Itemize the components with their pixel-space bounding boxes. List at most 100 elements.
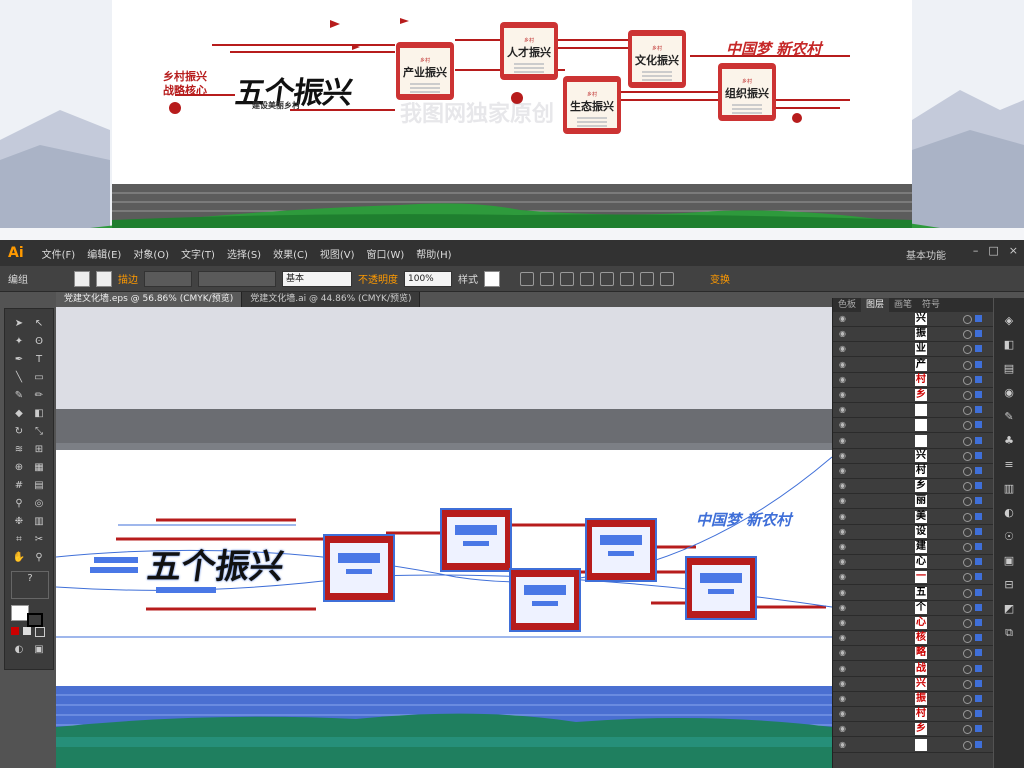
selection-indicator[interactable]	[975, 695, 982, 702]
target-circle-icon[interactable]	[963, 391, 972, 400]
selection-indicator[interactable]	[975, 558, 982, 566]
line-tool-icon[interactable]: ╲	[11, 371, 27, 385]
layer-row[interactable]: ◉ 乡	[833, 479, 993, 495]
gradient-mode-icon[interactable]	[23, 627, 31, 635]
target-circle-icon[interactable]	[963, 710, 972, 720]
layer-row[interactable]: ◉ 村	[833, 373, 993, 388]
brushes-icon[interactable]: ✎	[1002, 410, 1016, 424]
fill-swatch[interactable]	[74, 270, 90, 287]
menu-window[interactable]: 窗口(W)	[361, 246, 411, 261]
visibility-eye-icon[interactable]: ◉	[839, 709, 849, 718]
selection-indicator[interactable]	[975, 543, 982, 550]
appearance-icon[interactable]: ☉	[1002, 530, 1016, 544]
target-circle-icon[interactable]	[963, 558, 972, 568]
visibility-eye-icon[interactable]: ◉	[839, 314, 849, 323]
selection-indicator[interactable]	[975, 679, 982, 687]
target-circle-icon[interactable]	[963, 664, 972, 674]
visibility-eye-icon[interactable]: ◉	[839, 375, 849, 384]
target-circle-icon[interactable]	[963, 421, 972, 431]
graphic-styles-icon[interactable]: ▣	[1002, 554, 1016, 568]
target-circle-icon[interactable]	[963, 527, 972, 537]
draw-mode-icon[interactable]: ◐	[11, 643, 27, 657]
selection-indicator[interactable]	[975, 421, 982, 429]
help-icon[interactable]: ?	[11, 571, 49, 599]
graphic-style-swatch[interactable]	[484, 270, 500, 287]
target-circle-icon[interactable]	[963, 375, 972, 385]
visibility-eye-icon[interactable]: ◉	[839, 664, 849, 673]
layers-icon[interactable]: ◧	[1002, 338, 1016, 352]
libraries-icon[interactable]: ▤	[1002, 362, 1016, 376]
selection-indicator[interactable]	[975, 360, 982, 368]
layer-row[interactable]: ◉ 个	[833, 601, 993, 616]
zoom-tool-icon[interactable]: ⚲	[31, 551, 47, 565]
shape-builder-tool-icon[interactable]: ⊕	[11, 461, 27, 475]
align-right-icon[interactable]	[580, 271, 594, 286]
visibility-eye-icon[interactable]: ◉	[839, 724, 849, 733]
tab-layers[interactable]: 图层	[861, 298, 890, 312]
close-button[interactable]: ×	[1009, 244, 1018, 257]
visibility-eye-icon[interactable]: ◉	[839, 512, 849, 521]
selection-indicator[interactable]	[975, 725, 982, 733]
layer-row[interactable]: ◉ 核	[833, 631, 993, 647]
layer-row[interactable]: ◉ 战	[833, 662, 993, 677]
target-circle-icon[interactable]	[963, 634, 972, 644]
transform-label[interactable]: 变换	[710, 271, 730, 286]
layer-row[interactable]: ◉ 美	[833, 510, 993, 525]
visibility-eye-icon[interactable]: ◉	[839, 603, 849, 612]
selection-indicator[interactable]	[975, 603, 982, 611]
eyedropper-tool-icon[interactable]: ⚲	[11, 497, 27, 511]
width-tool-icon[interactable]: ≋	[11, 443, 27, 457]
target-circle-icon[interactable]	[963, 740, 972, 750]
layer-row[interactable]: ◉ 略	[833, 646, 993, 662]
tab-document-eps[interactable]: 党建文化墙.eps @ 56.86% (CMYK/预览)	[56, 292, 243, 307]
target-circle-icon[interactable]	[963, 543, 972, 552]
visibility-eye-icon[interactable]: ◉	[839, 329, 849, 338]
artboard-tool-icon[interactable]: ⌗	[11, 533, 27, 547]
menu-object[interactable]: 对象(O)	[127, 246, 175, 261]
properties-icon[interactable]: ◈	[1002, 314, 1016, 328]
selection-indicator[interactable]	[975, 451, 982, 459]
target-circle-icon[interactable]	[963, 360, 972, 370]
selection-indicator[interactable]	[975, 649, 982, 657]
target-circle-icon[interactable]	[963, 436, 972, 446]
target-circle-icon[interactable]	[963, 315, 972, 324]
selection-indicator[interactable]	[975, 634, 982, 642]
target-circle-icon[interactable]	[963, 619, 972, 628]
paintbrush-tool-icon[interactable]: ✎	[11, 389, 27, 403]
transparency-icon[interactable]: ◐	[1002, 506, 1016, 520]
symbol-sprayer-tool-icon[interactable]: ❉	[11, 515, 27, 529]
target-circle-icon[interactable]	[963, 406, 972, 416]
selection-indicator[interactable]	[975, 330, 982, 338]
layer-row[interactable]: ◉	[833, 738, 993, 753]
visibility-eye-icon[interactable]: ◉	[839, 648, 849, 657]
layer-row[interactable]: ◉ 业	[833, 342, 993, 358]
hand-tool-icon[interactable]: ✋	[11, 551, 27, 565]
visibility-eye-icon[interactable]: ◉	[839, 527, 849, 536]
variable-width-field[interactable]	[198, 270, 276, 287]
visibility-eye-icon[interactable]: ◉	[839, 344, 849, 353]
target-circle-icon[interactable]	[963, 679, 972, 689]
layer-row[interactable]: ◉	[833, 434, 993, 449]
visibility-eye-icon[interactable]: ◉	[839, 740, 849, 749]
color-icon[interactable]: ◉	[1002, 386, 1016, 400]
type-tool-icon[interactable]: T	[31, 353, 47, 367]
workspace-switcher[interactable]: 基本功能	[906, 247, 946, 262]
menu-file[interactable]: 文件(F)	[36, 246, 82, 261]
canvas-main-title[interactable]: 五个振兴	[145, 539, 288, 588]
target-circle-icon[interactable]	[963, 482, 972, 492]
symbols-icon[interactable]: ♣	[1002, 434, 1016, 448]
artboards-icon[interactable]: ⧉	[1002, 626, 1016, 640]
visibility-eye-icon[interactable]: ◉	[839, 496, 849, 505]
visibility-eye-icon[interactable]: ◉	[839, 405, 849, 414]
layer-row[interactable]: ◉ 兴	[833, 449, 993, 464]
stroke-swatch[interactable]	[96, 270, 112, 287]
menu-type[interactable]: 文字(T)	[175, 246, 221, 261]
visibility-eye-icon[interactable]: ◉	[839, 420, 849, 429]
align-middle-icon[interactable]	[620, 271, 634, 286]
visibility-eye-icon[interactable]: ◉	[839, 481, 849, 490]
selection-indicator[interactable]	[975, 664, 982, 672]
layer-row[interactable]: ◉ 兴	[833, 312, 993, 327]
target-circle-icon[interactable]	[963, 345, 972, 355]
layer-row[interactable]: ◉ 产	[833, 358, 993, 373]
align-bottom-icon[interactable]	[640, 271, 654, 286]
